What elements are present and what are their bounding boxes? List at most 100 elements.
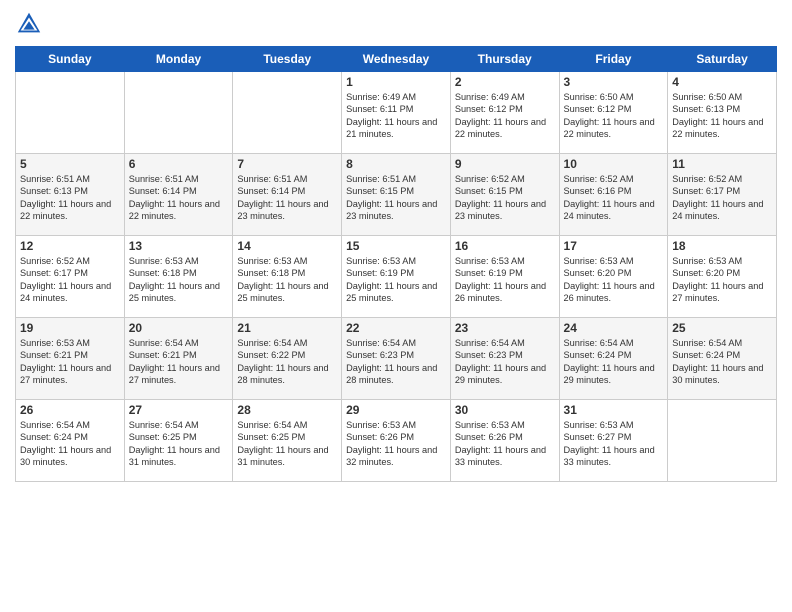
day-info: Sunrise: 6:53 AM Sunset: 6:19 PM Dayligh…: [346, 255, 446, 305]
day-info: Sunrise: 6:51 AM Sunset: 6:15 PM Dayligh…: [346, 173, 446, 223]
day-info: Sunrise: 6:52 AM Sunset: 6:17 PM Dayligh…: [672, 173, 772, 223]
day-number: 9: [455, 157, 555, 171]
day-of-week-monday: Monday: [124, 47, 233, 72]
logo: [15, 10, 47, 38]
calendar-cell: 2 Sunrise: 6:49 AM Sunset: 6:12 PM Daylig…: [450, 72, 559, 154]
calendar-cell: 24 Sunrise: 6:54 AM Sunset: 6:24 PM Dayli…: [559, 318, 668, 400]
day-number: 16: [455, 239, 555, 253]
calendar-cell: 11Sunrise: 6:52 AM Sunset: 6:17 PM Dayli…: [668, 154, 777, 236]
day-info: Sunrise: 6:53 AM Sunset: 6:26 PM Dayligh…: [346, 419, 446, 469]
day-of-week-wednesday: Wednesday: [342, 47, 451, 72]
day-of-week-friday: Friday: [559, 47, 668, 72]
day-info: Sunrise: 6:54 AM Sunset: 6:24 PM Dayligh…: [564, 337, 664, 387]
calendar-cell: 14 Sunrise: 6:53 AM Sunset: 6:18 PM Dayli…: [233, 236, 342, 318]
calendar-cell: 9 Sunrise: 6:52 AM Sunset: 6:15 PM Daylig…: [450, 154, 559, 236]
day-number: 15: [346, 239, 446, 253]
day-info: Sunrise: 6:51 AM Sunset: 6:14 PM Dayligh…: [129, 173, 229, 223]
day-of-week-tuesday: Tuesday: [233, 47, 342, 72]
calendar-cell: 23Sunrise: 6:54 AM Sunset: 6:23 PM Dayli…: [450, 318, 559, 400]
week-row-1: 5 Sunrise: 6:51 AM Sunset: 6:13 PM Daylig…: [16, 154, 777, 236]
day-number: 27: [129, 403, 229, 417]
day-info: Sunrise: 6:51 AM Sunset: 6:14 PM Dayligh…: [237, 173, 337, 223]
day-info: Sunrise: 6:53 AM Sunset: 6:19 PM Dayligh…: [455, 255, 555, 305]
calendar-cell: 17 Sunrise: 6:53 AM Sunset: 6:20 PM Dayli…: [559, 236, 668, 318]
calendar-cell: 13 Sunrise: 6:53 AM Sunset: 6:18 PM Dayli…: [124, 236, 233, 318]
day-number: 22: [346, 321, 446, 335]
day-number: 3: [564, 75, 664, 89]
day-number: 6: [129, 157, 229, 171]
day-info: Sunrise: 6:51 AM Sunset: 6:13 PM Dayligh…: [20, 173, 120, 223]
day-of-week-sunday: Sunday: [16, 47, 125, 72]
calendar-cell: [16, 72, 125, 154]
calendar-cell: 7 Sunrise: 6:51 AM Sunset: 6:14 PM Daylig…: [233, 154, 342, 236]
calendar-cell: 29 Sunrise: 6:53 AM Sunset: 6:26 PM Dayli…: [342, 400, 451, 482]
day-info: Sunrise: 6:53 AM Sunset: 6:21 PM Dayligh…: [20, 337, 120, 387]
header: [15, 10, 777, 38]
day-number: 12: [20, 239, 120, 253]
day-of-week-thursday: Thursday: [450, 47, 559, 72]
day-number: 30: [455, 403, 555, 417]
day-number: 29: [346, 403, 446, 417]
day-number: 14: [237, 239, 337, 253]
day-info: Sunrise: 6:54 AM Sunset: 6:21 PM Dayligh…: [129, 337, 229, 387]
calendar-cell: 15 Sunrise: 6:53 AM Sunset: 6:19 PM Dayli…: [342, 236, 451, 318]
day-number: 23: [455, 321, 555, 335]
calendar-cell: 21 Sunrise: 6:54 AM Sunset: 6:22 PM Dayli…: [233, 318, 342, 400]
day-info: Sunrise: 6:53 AM Sunset: 6:27 PM Dayligh…: [564, 419, 664, 469]
day-number: 25: [672, 321, 772, 335]
day-info: Sunrise: 6:50 AM Sunset: 6:12 PM Dayligh…: [564, 91, 664, 141]
day-info: Sunrise: 6:53 AM Sunset: 6:18 PM Dayligh…: [129, 255, 229, 305]
calendar-cell: 3 Sunrise: 6:50 AM Sunset: 6:12 PM Daylig…: [559, 72, 668, 154]
day-info: Sunrise: 6:49 AM Sunset: 6:12 PM Dayligh…: [455, 91, 555, 141]
calendar-cell: 20 Sunrise: 6:54 AM Sunset: 6:21 PM Dayli…: [124, 318, 233, 400]
day-info: Sunrise: 6:54 AM Sunset: 6:25 PM Dayligh…: [237, 419, 337, 469]
calendar-cell: 18Sunrise: 6:53 AM Sunset: 6:20 PM Dayli…: [668, 236, 777, 318]
day-number: 8: [346, 157, 446, 171]
week-row-3: 19Sunrise: 6:53 AM Sunset: 6:21 PM Dayli…: [16, 318, 777, 400]
day-number: 5: [20, 157, 120, 171]
day-info: Sunrise: 6:54 AM Sunset: 6:24 PM Dayligh…: [672, 337, 772, 387]
calendar-cell: 30 Sunrise: 6:53 AM Sunset: 6:26 PM Dayli…: [450, 400, 559, 482]
day-info: Sunrise: 6:54 AM Sunset: 6:22 PM Dayligh…: [237, 337, 337, 387]
calendar-cell: 10Sunrise: 6:52 AM Sunset: 6:16 PM Dayli…: [559, 154, 668, 236]
day-info: Sunrise: 6:54 AM Sunset: 6:24 PM Dayligh…: [20, 419, 120, 469]
day-info: Sunrise: 6:53 AM Sunset: 6:18 PM Dayligh…: [237, 255, 337, 305]
day-info: Sunrise: 6:50 AM Sunset: 6:13 PM Dayligh…: [672, 91, 772, 141]
day-number: 26: [20, 403, 120, 417]
day-number: 28: [237, 403, 337, 417]
day-number: 17: [564, 239, 664, 253]
day-info: Sunrise: 6:54 AM Sunset: 6:23 PM Dayligh…: [346, 337, 446, 387]
days-of-week-row: SundayMondayTuesdayWednesdayThursdayFrid…: [16, 47, 777, 72]
week-row-2: 12 Sunrise: 6:52 AM Sunset: 6:17 PM Dayli…: [16, 236, 777, 318]
calendar-cell: 25 Sunrise: 6:54 AM Sunset: 6:24 PM Dayli…: [668, 318, 777, 400]
day-number: 21: [237, 321, 337, 335]
day-number: 2: [455, 75, 555, 89]
day-info: Sunrise: 6:52 AM Sunset: 6:17 PM Dayligh…: [20, 255, 120, 305]
day-info: Sunrise: 6:49 AM Sunset: 6:11 PM Dayligh…: [346, 91, 446, 141]
calendar-cell: 16 Sunrise: 6:53 AM Sunset: 6:19 PM Dayli…: [450, 236, 559, 318]
week-row-4: 26 Sunrise: 6:54 AM Sunset: 6:24 PM Dayli…: [16, 400, 777, 482]
calendar-cell: 1Sunrise: 6:49 AM Sunset: 6:11 PM Daylig…: [342, 72, 451, 154]
day-number: 7: [237, 157, 337, 171]
day-info: Sunrise: 6:54 AM Sunset: 6:25 PM Dayligh…: [129, 419, 229, 469]
day-number: 20: [129, 321, 229, 335]
day-info: Sunrise: 6:52 AM Sunset: 6:15 PM Dayligh…: [455, 173, 555, 223]
day-number: 4: [672, 75, 772, 89]
logo-icon: [15, 10, 43, 38]
calendar-header: SundayMondayTuesdayWednesdayThursdayFrid…: [16, 47, 777, 72]
calendar-cell: 31Sunrise: 6:53 AM Sunset: 6:27 PM Dayli…: [559, 400, 668, 482]
day-number: 13: [129, 239, 229, 253]
day-info: Sunrise: 6:53 AM Sunset: 6:26 PM Dayligh…: [455, 419, 555, 469]
day-number: 18: [672, 239, 772, 253]
day-number: 24: [564, 321, 664, 335]
day-info: Sunrise: 6:53 AM Sunset: 6:20 PM Dayligh…: [564, 255, 664, 305]
calendar-cell: 6 Sunrise: 6:51 AM Sunset: 6:14 PM Daylig…: [124, 154, 233, 236]
calendar-cell: 4 Sunrise: 6:50 AM Sunset: 6:13 PM Daylig…: [668, 72, 777, 154]
calendar-cell: 8 Sunrise: 6:51 AM Sunset: 6:15 PM Daylig…: [342, 154, 451, 236]
day-number: 10: [564, 157, 664, 171]
calendar-cell: [233, 72, 342, 154]
calendar-table: SundayMondayTuesdayWednesdayThursdayFrid…: [15, 46, 777, 482]
calendar-cell: 27 Sunrise: 6:54 AM Sunset: 6:25 PM Dayli…: [124, 400, 233, 482]
calendar-cell: [668, 400, 777, 482]
day-of-week-saturday: Saturday: [668, 47, 777, 72]
